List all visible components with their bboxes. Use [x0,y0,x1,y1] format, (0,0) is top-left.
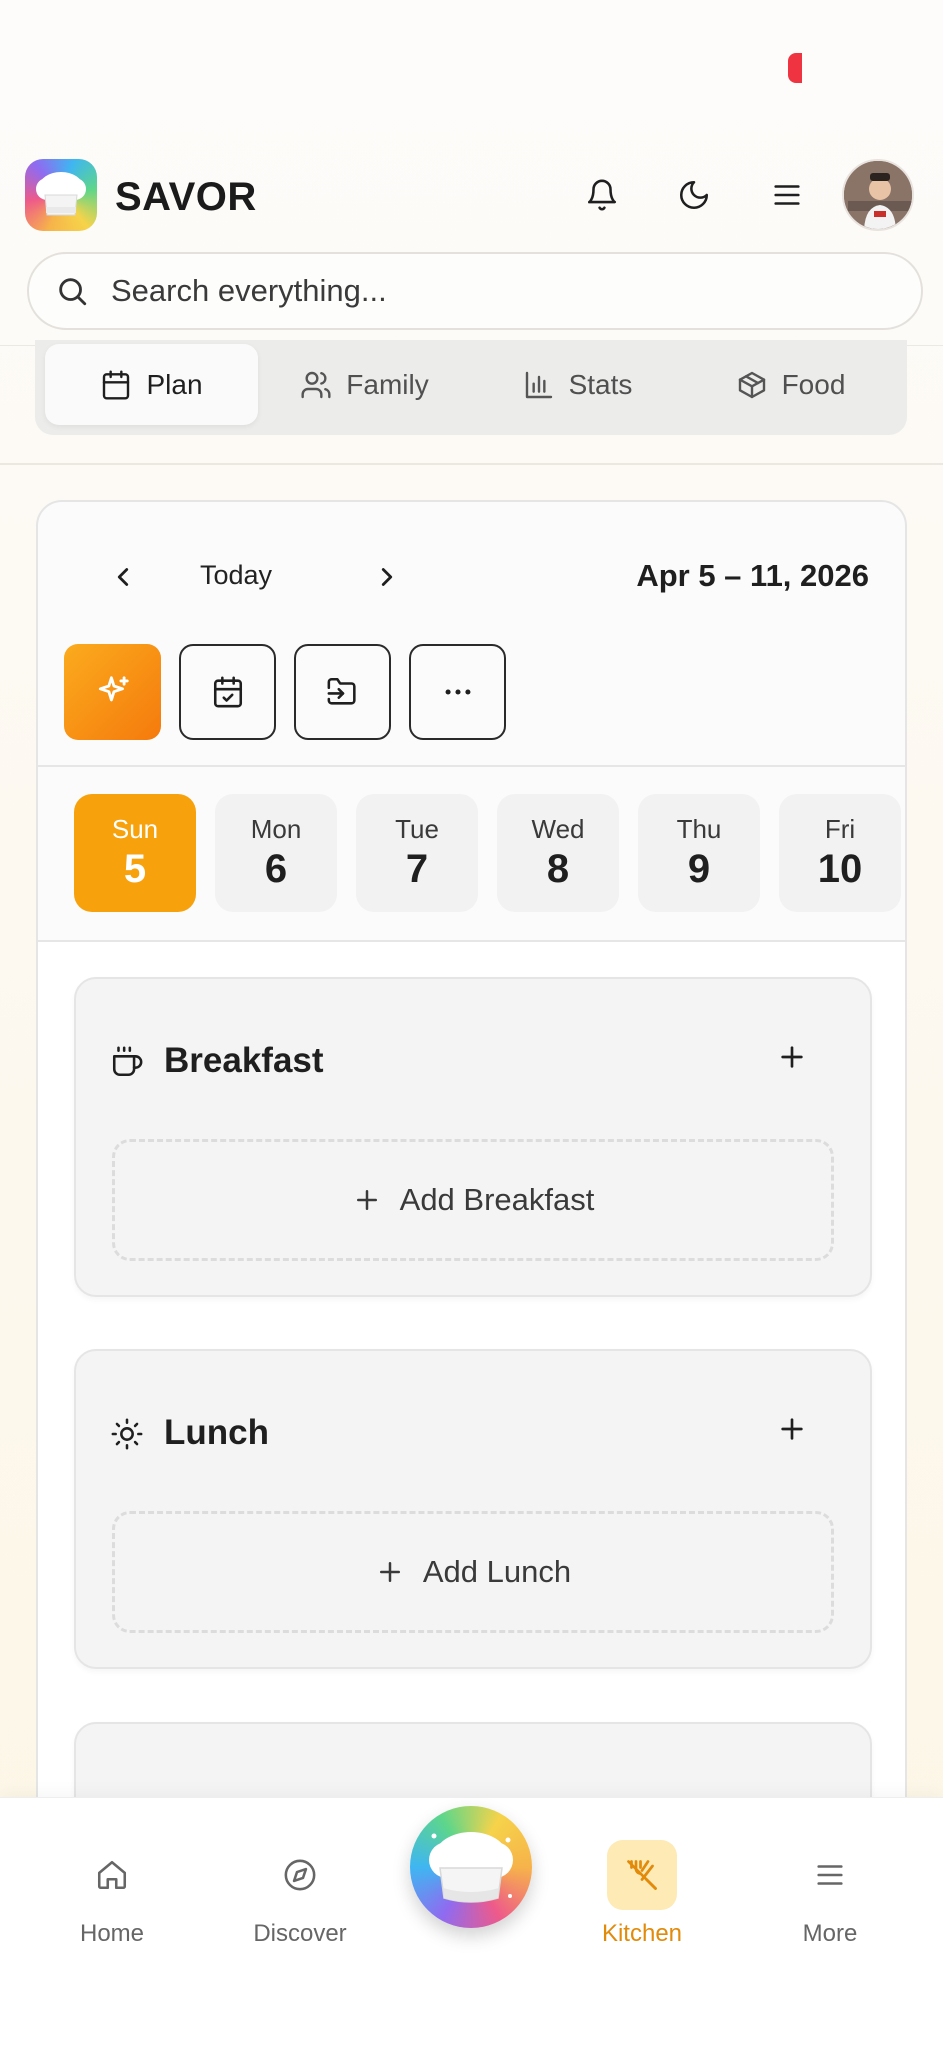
search-bar[interactable] [27,252,923,330]
add-breakfast-icon-button[interactable] [776,1041,808,1078]
import-button[interactable] [294,644,391,740]
day-wed[interactable]: Wed 8 [497,794,619,912]
compass-icon [265,1840,335,1910]
tab-label: Plan [146,368,203,400]
calendar-icon [103,369,130,400]
day-fri[interactable]: Fri 10 [779,794,901,912]
status-indicator [788,53,802,83]
folder-import-icon [327,677,356,705]
app-logo[interactable] [25,159,97,231]
nav-label: More [802,1920,858,1947]
tabs-divider [0,463,943,465]
today-button[interactable]: Today [200,560,272,591]
day-date: 8 [546,847,570,891]
plus-icon [781,1418,803,1440]
nav-discover[interactable]: Discover [230,1840,370,1948]
search-icon [59,278,87,306]
tab-plan[interactable]: Plan [45,344,258,425]
day-date: 7 [405,847,429,891]
next-week-button[interactable] [372,562,402,597]
meal-card-breakfast: Breakfast Add Breakfast [74,977,872,1297]
nav-label: Home [79,1920,145,1947]
chevron-right-icon [381,568,393,586]
home-icon [77,1840,147,1910]
hamburger-icon [774,185,800,205]
day-date: 6 [264,847,288,891]
meal-card-lunch: Lunch Add Lunch [74,1349,872,1669]
moon-icon [679,180,709,210]
day-name: Tue [395,814,439,844]
tab-label: Family [346,368,429,400]
add-breakfast-button[interactable]: Add Breakfast [112,1139,834,1261]
add-lunch-icon-button[interactable] [776,1413,808,1450]
menu-button[interactable] [765,173,809,217]
app-name: SAVOR [115,175,257,219]
coffee-icon [112,1046,143,1077]
users-icon [301,371,331,398]
day-sun[interactable]: Sun 5 [74,794,196,912]
day-selector: Sun 5 Mon 6 Tue 7 Wed 8 Thu 9 Fri 10 [74,794,905,914]
add-meal-label: Add Lunch [422,1554,572,1589]
day-mon[interactable]: Mon 6 [215,794,337,912]
search-input[interactable] [111,273,871,309]
app-header: SAVOR [0,155,943,235]
notifications-button[interactable] [580,173,624,217]
sparkles-icon [98,676,129,702]
day-name: Mon [250,814,302,844]
add-meal-label: Add Breakfast [399,1182,595,1217]
day-name: Fri [824,814,856,844]
calendar-check-icon [213,676,242,708]
utensils-icon [607,1840,677,1910]
previous-week-button[interactable] [108,562,138,597]
day-tue[interactable]: Tue 7 [356,794,478,912]
meal-title: Breakfast [164,1041,324,1080]
nav-label: Kitchen [601,1920,683,1947]
day-name: Thu [676,814,722,844]
more-options-button[interactable] [409,644,506,740]
tab-food[interactable]: Food [684,344,897,425]
plus-icon [356,1190,377,1210]
nav-more[interactable]: More [760,1840,900,1948]
ellipsis-icon [445,689,470,695]
chef-hat-icon [429,1832,513,1903]
day-date: 9 [687,847,711,891]
day-thu[interactable]: Thu 9 [638,794,760,912]
tab-stats[interactable]: Stats [471,344,684,425]
package-icon [738,371,765,398]
day-date: 5 [123,847,147,891]
day-date: 10 [817,847,863,891]
plus-icon [781,1046,803,1068]
menu-icon [795,1840,865,1910]
nav-home[interactable]: Home [42,1840,182,1948]
user-avatar[interactable] [842,159,914,231]
section-tabs: Plan Family Stats Food [35,340,907,435]
tab-label: Stats [568,368,633,400]
week-range: Apr 5 – 11, 2026 [636,558,869,593]
chevron-left-icon [117,568,129,586]
day-name: Sun [111,814,159,844]
nav-label: Discover [253,1920,347,1947]
plus-icon [379,1562,400,1582]
schedule-button[interactable] [179,644,276,740]
sun-icon [111,1418,143,1450]
toolbar-divider [38,765,905,767]
chef-hat-fab[interactable] [410,1806,532,1928]
nav-kitchen[interactable]: Kitchen [572,1840,712,1948]
tab-label: Food [781,368,846,400]
bar-chart-icon [525,371,552,398]
meal-title: Lunch [164,1413,269,1452]
bell-icon [587,179,617,211]
add-lunch-button[interactable]: Add Lunch [112,1511,834,1633]
tab-family[interactable]: Family [258,344,471,425]
ai-generate-button[interactable] [64,644,161,740]
dark-mode-toggle[interactable] [672,173,716,217]
day-name: Wed [531,814,585,844]
